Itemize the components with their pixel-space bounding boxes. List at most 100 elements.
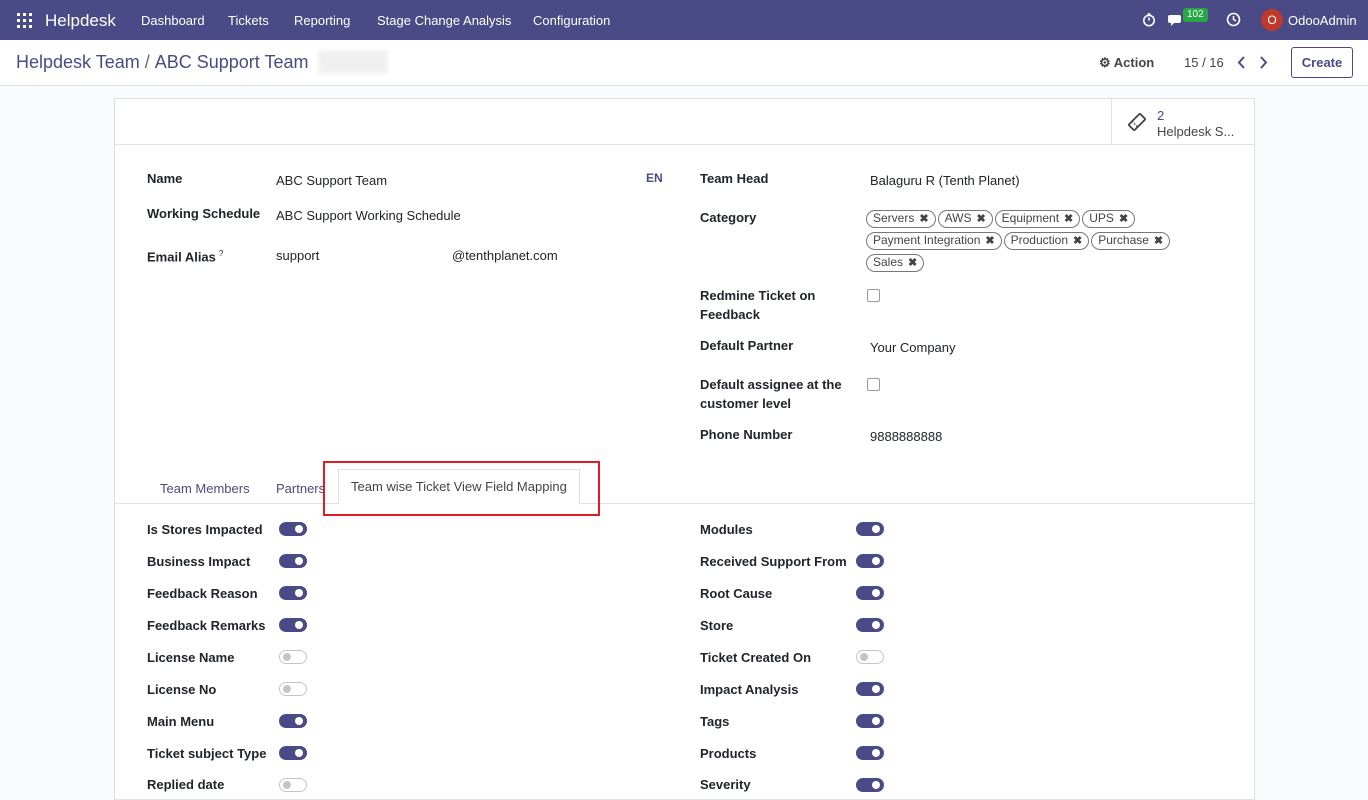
toggle-switch[interactable] bbox=[856, 746, 884, 760]
menu-reporting[interactable]: Reporting bbox=[294, 13, 350, 28]
gear-icon: ⚙ bbox=[1099, 55, 1111, 70]
tab-partners[interactable]: Partners bbox=[276, 481, 325, 496]
category-tags[interactable]: Servers ✖ AWS ✖ Equipment ✖ UPS ✖ Payment Integr… bbox=[866, 210, 1196, 276]
tab-team-members[interactable]: Team Members bbox=[160, 481, 250, 496]
notebook-tabs: Team Members Partners Team wise Ticket V… bbox=[115, 469, 1254, 505]
toggle-switch[interactable] bbox=[279, 618, 307, 632]
toggle-switch[interactable] bbox=[279, 682, 307, 696]
toggle-label: License Name bbox=[147, 650, 235, 665]
category-tag[interactable]: Sales ✖ bbox=[866, 254, 925, 272]
working-schedule-label: Working Schedule bbox=[147, 206, 261, 221]
timer-icon[interactable] bbox=[1142, 13, 1156, 27]
category-tag[interactable]: Purchase ✖ bbox=[1091, 232, 1171, 250]
ticket-icon bbox=[1128, 113, 1146, 131]
remove-tag-icon[interactable]: ✖ bbox=[908, 257, 917, 269]
user-name[interactable]: OdooAdmin bbox=[1288, 13, 1357, 28]
category-tag[interactable]: Production ✖ bbox=[1003, 232, 1090, 250]
default-assignee-label: Default assignee at the customer level bbox=[700, 377, 842, 411]
remove-tag-icon[interactable]: ✖ bbox=[976, 213, 985, 225]
remove-tag-icon[interactable]: ✖ bbox=[1154, 235, 1163, 247]
toggle-switch[interactable] bbox=[279, 778, 307, 792]
toggle-label: Feedback Remarks bbox=[147, 618, 266, 633]
toggle-label: Business Impact bbox=[147, 554, 251, 569]
toggle-label: Severity bbox=[700, 777, 751, 792]
team-head-field[interactable]: Balaguru R (Tenth Planet) bbox=[870, 173, 1020, 188]
remove-tag-icon[interactable]: ✖ bbox=[1119, 213, 1128, 225]
toggle-switch[interactable] bbox=[856, 778, 884, 792]
toggle-switch[interactable] bbox=[279, 586, 307, 600]
menu-stage-change-analysis[interactable]: Stage Change Analysis bbox=[377, 13, 511, 28]
form-sheet: 2 Helpdesk S... Name ABC Support Team EN… bbox=[114, 98, 1255, 800]
toggle-label: Root Cause bbox=[700, 586, 773, 601]
toggle-label: Is Stores Impacted bbox=[147, 522, 263, 537]
toggle-switch[interactable] bbox=[856, 650, 884, 664]
user-avatar[interactable]: O bbox=[1261, 9, 1283, 31]
redmine-ticket-label: Redmine Ticket on Feedback bbox=[700, 288, 816, 322]
toggle-label: Ticket subject Type bbox=[147, 746, 267, 761]
name-label: Name bbox=[147, 171, 183, 186]
team-head-label: Team Head bbox=[700, 171, 769, 186]
toggle-switch[interactable] bbox=[279, 714, 307, 728]
toggle-switch[interactable] bbox=[856, 714, 884, 728]
email-alias-field[interactable]: support bbox=[276, 248, 319, 263]
toggle-label: Impact Analysis bbox=[700, 682, 799, 697]
category-tag[interactable]: Equipment ✖ bbox=[994, 210, 1081, 228]
remove-tag-icon[interactable]: ✖ bbox=[1064, 213, 1073, 225]
smart-button-label: Helpdesk S... bbox=[1157, 124, 1235, 139]
chevron-right-icon[interactable] bbox=[1259, 56, 1268, 69]
create-button[interactable]: Create bbox=[1291, 47, 1353, 78]
default-partner-label: Default Partner bbox=[700, 338, 794, 353]
helpdesk-tickets-smart-button[interactable]: 2 Helpdesk S... bbox=[1111, 99, 1255, 144]
remove-tag-icon[interactable]: ✖ bbox=[1073, 235, 1082, 247]
toggle-switch[interactable] bbox=[856, 618, 884, 632]
toggle-switch[interactable] bbox=[279, 746, 307, 760]
redmine-ticket-checkbox[interactable] bbox=[867, 289, 880, 302]
default-assignee-checkbox[interactable] bbox=[867, 378, 880, 391]
top-navbar: Helpdesk Dashboard Tickets Reporting Sta… bbox=[0, 0, 1368, 40]
pager-value[interactable]: 15 / 16 bbox=[1184, 55, 1224, 70]
toggle-label: Received Support From bbox=[700, 554, 847, 569]
working-schedule-field[interactable]: ABC Support Working Schedule bbox=[276, 208, 461, 223]
toggle-switch[interactable] bbox=[856, 554, 884, 568]
remove-tag-icon[interactable]: ✖ bbox=[985, 235, 994, 247]
app-brand[interactable]: Helpdesk bbox=[45, 11, 116, 31]
app-grid-icon[interactable] bbox=[17, 13, 32, 28]
toggle-label: Store bbox=[700, 618, 734, 633]
name-field[interactable]: ABC Support Team bbox=[276, 173, 387, 188]
toggle-switch[interactable] bbox=[856, 682, 884, 696]
breadcrumb-current: ABC Support Team bbox=[154, 52, 309, 72]
menu-configuration[interactable]: Configuration bbox=[533, 13, 610, 28]
default-partner-field[interactable]: Your Company bbox=[870, 340, 956, 355]
category-tag[interactable]: UPS ✖ bbox=[1082, 210, 1136, 228]
toggle-label: Products bbox=[700, 746, 757, 761]
help-tooltip-icon[interactable]: ? bbox=[219, 249, 223, 258]
category-tag[interactable]: AWS ✖ bbox=[937, 210, 993, 228]
category-tag[interactable]: Payment Integration ✖ bbox=[866, 232, 1002, 250]
toggle-switch[interactable] bbox=[279, 650, 307, 664]
phone-number-field[interactable]: 9888888888 bbox=[870, 429, 942, 444]
breadcrumb-parent[interactable]: Helpdesk Team bbox=[16, 52, 140, 72]
smart-button-count: 2 bbox=[1157, 108, 1165, 123]
menu-tickets[interactable]: Tickets bbox=[228, 13, 269, 28]
toggle-switch[interactable] bbox=[856, 586, 884, 600]
smart-button-box: 2 Helpdesk S... bbox=[115, 99, 1254, 145]
toggle-switch[interactable] bbox=[279, 554, 307, 568]
chevron-left-icon[interactable] bbox=[1237, 56, 1246, 69]
category-tag[interactable]: Servers ✖ bbox=[866, 210, 936, 228]
remove-tag-icon[interactable]: ✖ bbox=[919, 213, 928, 225]
phone-number-label: Phone Number bbox=[700, 427, 793, 442]
action-button[interactable]: ⚙ Action bbox=[1099, 55, 1154, 71]
highlight-box bbox=[323, 461, 600, 516]
toggle-switch[interactable] bbox=[279, 522, 307, 536]
clock-icon[interactable] bbox=[1226, 12, 1241, 27]
menu-dashboard[interactable]: Dashboard bbox=[141, 13, 205, 28]
toggle-label: Replied date bbox=[147, 777, 225, 792]
breadcrumb: Helpdesk Team / ABC Support Team bbox=[16, 52, 309, 73]
language-badge[interactable]: EN bbox=[646, 171, 663, 185]
blurred-region bbox=[318, 50, 388, 74]
action-label: Action bbox=[1113, 55, 1155, 70]
toggle-label: Tags bbox=[700, 714, 730, 729]
toggle-switch[interactable] bbox=[856, 522, 884, 536]
toggle-label: License No bbox=[147, 682, 217, 697]
email-alias-domain: @tenthplanet.com bbox=[452, 248, 558, 263]
